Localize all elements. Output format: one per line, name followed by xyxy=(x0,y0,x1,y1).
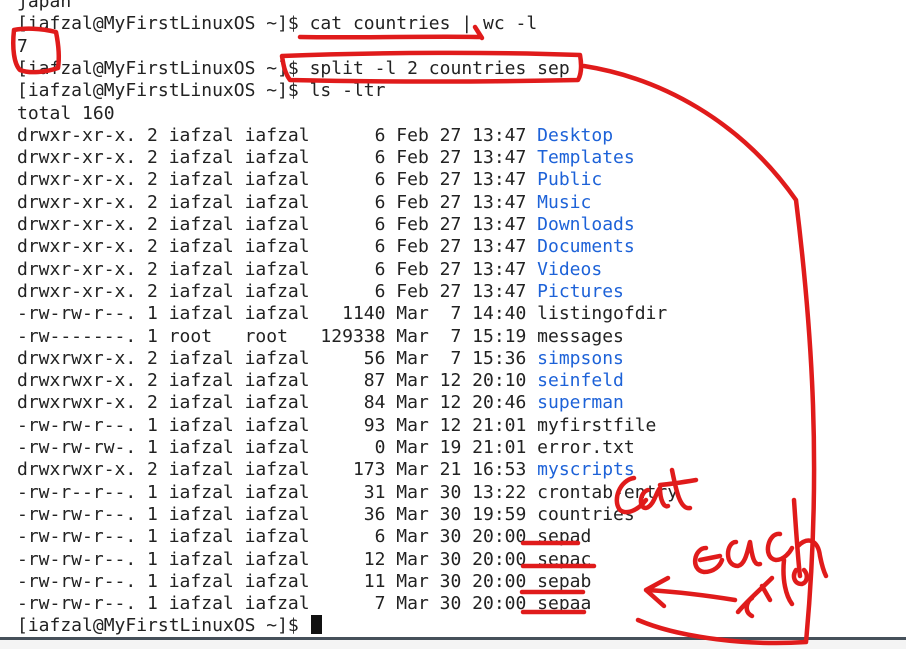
output-text: drwxr-xr-x. 2 iafzal iafzal 6 Feb 27 13:… xyxy=(17,280,538,302)
terminal-line: drwxrwxr-x. 2 iafzal iafzal 56 Mar 7 15:… xyxy=(17,348,624,370)
terminal-line: drwxr-xr-x. 2 iafzal iafzal 6 Feb 27 13:… xyxy=(17,214,635,236)
terminal-line: -rw-rw-r--. 1 iafzal iafzal 93 Mar 12 21… xyxy=(17,415,656,437)
terminal-line: -rw-r--r--. 1 iafzal iafzal 31 Mar 30 13… xyxy=(17,482,678,504)
terminal-line: -rw-------. 1 root root 129338 Mar 7 15:… xyxy=(17,326,624,348)
output-text: -rw-r--r--. 1 iafzal iafzal 31 Mar 30 13… xyxy=(17,481,679,503)
directory-name: Pictures xyxy=(537,280,624,302)
window-edge xyxy=(0,640,906,649)
output-text: [iafzal@MyFirstLinuxOS ~]$ ls -ltr xyxy=(17,80,386,102)
output-text: -rw-rw-rw-. 1 iafzal iafzal 0 Mar 19 21:… xyxy=(17,437,635,458)
terminal-line: [iafzal@MyFirstLinuxOS ~]$ split -l 2 co… xyxy=(17,58,570,80)
terminal-line: -rw-rw-r--. 1 iafzal iafzal 7 Mar 30 20:… xyxy=(17,593,591,615)
directory-name: Videos xyxy=(537,258,603,280)
terminal-line: drwxr-xr-x. 2 iafzal iafzal 6 Feb 27 13:… xyxy=(17,192,591,214)
output-text: japan xyxy=(17,0,72,12)
terminal-line: 7 xyxy=(17,36,28,58)
output-text: -rw-rw-r--. 1 iafzal iafzal 36 Mar 30 19… xyxy=(17,503,635,525)
terminal-line: [iafzal@MyFirstLinuxOS ~]$ xyxy=(17,615,322,637)
output-text: drwxr-xr-x. 2 iafzal iafzal 6 Feb 27 13:… xyxy=(17,147,538,169)
directory-name: Desktop xyxy=(537,124,614,146)
output-text: -rw-rw-r--. 1 iafzal iafzal 11 Mar 30 20… xyxy=(17,570,592,592)
output-text: drwxrwxr-x. 2 iafzal iafzal 87 Mar 12 20… xyxy=(17,370,538,392)
directory-name: superman xyxy=(537,392,624,414)
directory-name: Documents xyxy=(537,236,635,258)
directory-name: Public xyxy=(537,169,603,191)
output-text: drwxr-xr-x. 2 iafzal iafzal 6 Feb 27 13:… xyxy=(17,258,538,280)
output-text: drwxr-xr-x. 2 iafzal iafzal 6 Feb 27 13:… xyxy=(17,124,538,146)
text-cursor xyxy=(310,615,322,635)
output-text: -rw-rw-r--. 1 iafzal iafzal 12 Mar 30 20… xyxy=(17,548,592,570)
terminal-line: drwxr-xr-x. 2 iafzal iafzal 6 Feb 27 13:… xyxy=(17,147,635,169)
terminal-line: japan xyxy=(17,0,71,13)
output-text: drwxrwxr-x. 2 iafzal iafzal 56 Mar 7 15:… xyxy=(17,347,538,369)
output-text: 7 xyxy=(17,35,28,57)
terminal-line: [iafzal@MyFirstLinuxOS ~]$ ls -ltr xyxy=(17,80,385,102)
output-text: [iafzal@MyFirstLinuxOS ~]$ cat countries… xyxy=(17,13,538,35)
terminal-line: drwxr-xr-x. 2 iafzal iafzal 6 Feb 27 13:… xyxy=(17,236,635,258)
terminal-line: -rw-rw-r--. 1 iafzal iafzal 11 Mar 30 20… xyxy=(17,571,591,593)
terminal-line: total 160 xyxy=(17,103,115,125)
terminal-line: -rw-rw-r--. 1 iafzal iafzal 12 Mar 30 20… xyxy=(17,549,591,571)
terminal-line: drwxr-xr-x. 2 iafzal iafzal 6 Feb 27 13:… xyxy=(17,125,613,147)
output-text: drwxr-xr-x. 2 iafzal iafzal 6 Feb 27 13:… xyxy=(17,191,538,213)
terminal-line: drwxrwxr-x. 2 iafzal iafzal 173 Mar 21 1… xyxy=(17,459,635,481)
directory-name: simpsons xyxy=(537,347,624,369)
directory-name: Music xyxy=(537,191,592,213)
output-text: -rw-rw-r--. 1 iafzal iafzal 1140 Mar 7 1… xyxy=(17,303,668,325)
output-text: drwxr-xr-x. 2 iafzal iafzal 6 Feb 27 13:… xyxy=(17,169,538,191)
output-text: [iafzal@MyFirstLinuxOS ~]$ xyxy=(17,615,310,637)
directory-name: seinfeld xyxy=(537,370,624,392)
output-text: -rw-rw-r--. 1 iafzal iafzal 6 Mar 30 20:… xyxy=(17,526,592,548)
output-text: -rw-rw-r--. 1 iafzal iafzal 93 Mar 12 21… xyxy=(17,414,657,436)
terminal-line: -rw-rw-r--. 1 iafzal iafzal 6 Mar 30 20:… xyxy=(17,526,591,548)
output-text: -rw-rw-r--. 1 iafzal iafzal 7 Mar 30 20:… xyxy=(17,593,592,615)
output-text: drwxr-xr-x. 2 iafzal iafzal 6 Feb 27 13:… xyxy=(17,236,538,258)
terminal-line: drwxrwxr-x. 2 iafzal iafzal 87 Mar 12 20… xyxy=(17,370,624,392)
output-text: drwxrwxr-x. 2 iafzal iafzal 173 Mar 21 1… xyxy=(17,459,538,481)
directory-name: Templates xyxy=(537,147,635,169)
terminal-line: drwxr-xr-x. 2 iafzal iafzal 6 Feb 27 13:… xyxy=(17,281,624,303)
terminal-line: [iafzal@MyFirstLinuxOS ~]$ cat countries… xyxy=(17,13,537,35)
output-text: drwxrwxr-x. 2 iafzal iafzal 84 Mar 12 20… xyxy=(17,392,538,414)
terminal-window[interactable]: japan [iafzal@MyFirstLinuxOS ~]$ cat coun… xyxy=(0,0,906,649)
directory-name: myscripts xyxy=(537,459,635,481)
output-text: [iafzal@MyFirstLinuxOS ~]$ split -l 2 co… xyxy=(17,57,570,79)
terminal-line: -rw-rw-r--. 1 iafzal iafzal 36 Mar 30 19… xyxy=(17,504,635,526)
output-text: drwxr-xr-x. 2 iafzal iafzal 6 Feb 27 13:… xyxy=(17,214,538,235)
directory-name: Downloads xyxy=(537,214,635,235)
terminal-line: -rw-rw-rw-. 1 iafzal iafzal 0 Mar 19 21:… xyxy=(17,437,635,459)
output-text: total 160 xyxy=(17,102,115,124)
terminal-line: drwxr-xr-x. 2 iafzal iafzal 6 Feb 27 13:… xyxy=(17,259,602,281)
output-text: -rw-------. 1 root root 129338 Mar 7 15:… xyxy=(17,325,624,347)
terminal-line: -rw-rw-r--. 1 iafzal iafzal 1140 Mar 7 1… xyxy=(17,303,667,325)
terminal-line: drwxrwxr-x. 2 iafzal iafzal 84 Mar 12 20… xyxy=(17,392,624,414)
terminal-line: drwxr-xr-x. 2 iafzal iafzal 6 Feb 27 13:… xyxy=(17,169,602,191)
